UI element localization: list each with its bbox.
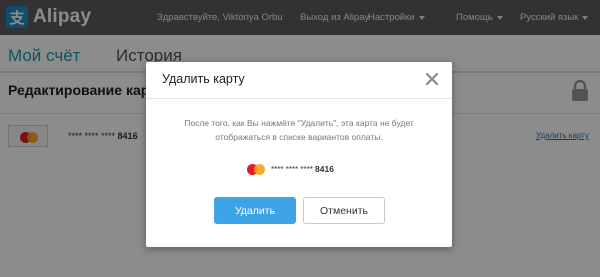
dialog-card-last4: 8416 bbox=[315, 164, 334, 174]
delete-card-dialog: Удалить карту После того, как Вы нажмёте… bbox=[146, 62, 452, 247]
close-icon[interactable] bbox=[425, 72, 439, 86]
dialog-title: Удалить карту bbox=[162, 72, 245, 86]
dialog-card-masked: **** **** **** bbox=[271, 165, 313, 174]
dialog-card-info: **** **** **** 8416 bbox=[247, 163, 334, 175]
dialog-divider bbox=[146, 98, 452, 99]
dialog-card-number: **** **** **** 8416 bbox=[271, 164, 334, 174]
delete-button[interactable]: Удалить bbox=[214, 197, 296, 224]
mastercard-icon bbox=[247, 163, 265, 175]
dialog-message: После того, как Вы нажмёте "Удалить", эт… bbox=[184, 118, 414, 142]
cancel-button[interactable]: Отменить bbox=[303, 197, 385, 224]
